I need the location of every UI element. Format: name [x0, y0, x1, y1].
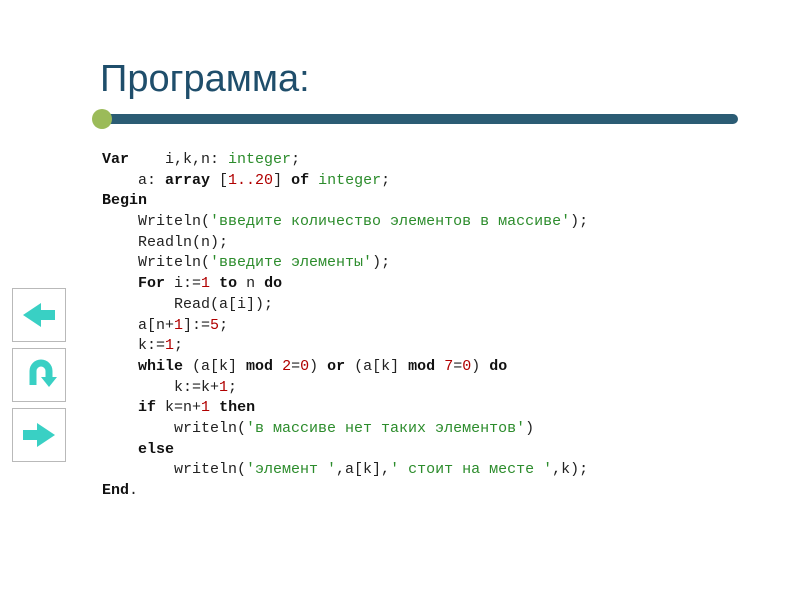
u-turn-icon: [21, 357, 57, 393]
kw-begin: Begin: [102, 192, 147, 209]
nav-home-button[interactable]: [12, 348, 66, 402]
title-underline: [98, 110, 738, 132]
slide: Программа: Var i,k,n: integer; a: array …: [0, 0, 800, 600]
kw-var: Var: [102, 151, 129, 168]
arrow-right-icon: [23, 423, 55, 447]
code-block: Var i,k,n: integer; a: array [1..20] of …: [102, 150, 588, 502]
arrow-left-icon: [23, 303, 55, 327]
kw-end: End: [102, 482, 129, 499]
nav-next-button[interactable]: [12, 408, 66, 462]
slide-title: Программа:: [100, 58, 310, 101]
nav-prev-button[interactable]: [12, 288, 66, 342]
